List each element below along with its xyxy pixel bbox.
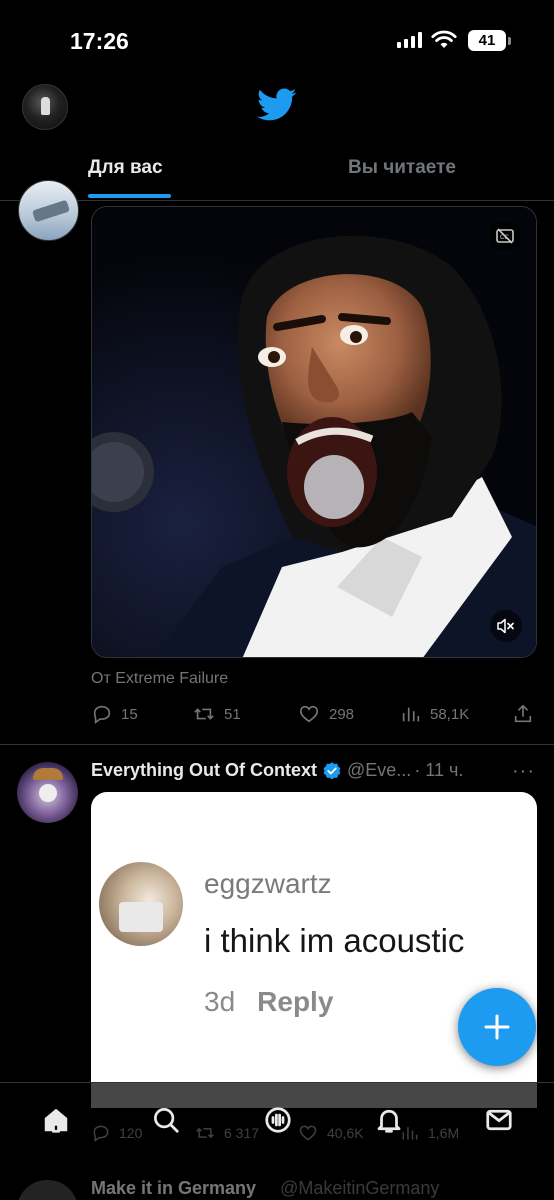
reply-count: 15 xyxy=(121,705,138,723)
views-icon xyxy=(402,707,420,722)
reply-button[interactable]: 15 xyxy=(91,703,138,725)
nav-spaces[interactable] xyxy=(261,1103,295,1137)
home-icon xyxy=(44,1108,68,1133)
nav-notifications[interactable] xyxy=(372,1103,406,1137)
bottom-navigation: 120 6 317 40,6K 1,6M xyxy=(0,1082,554,1154)
reply-icon xyxy=(93,1125,109,1142)
tweet-video[interactable] xyxy=(91,206,537,658)
author-name[interactable]: Everything Out Of Context xyxy=(91,760,317,781)
heart-icon xyxy=(299,1125,317,1141)
author-handle[interactable]: @Eve... xyxy=(347,760,411,781)
comment-text: i think im acoustic xyxy=(204,922,465,959)
reply-count: 120 xyxy=(119,1125,143,1141)
like-button[interactable]: 298 xyxy=(297,703,354,725)
retweet-icon xyxy=(194,708,214,720)
tweet-author-avatar[interactable] xyxy=(18,180,79,241)
video-source-attribution[interactable]: От Extreme Failure xyxy=(91,670,228,688)
views-button[interactable]: 1,6M xyxy=(400,1123,459,1143)
tweet-actions: 15 51 298 58,1K xyxy=(91,703,537,733)
comment-username: eggzwartz xyxy=(204,868,332,899)
tweet-divider xyxy=(0,744,554,745)
svg-text:CC: CC xyxy=(500,235,509,241)
wifi-icon xyxy=(431,30,457,48)
profile-avatar[interactable] xyxy=(22,84,68,130)
share-button[interactable] xyxy=(512,703,534,725)
plus-icon xyxy=(484,1014,510,1040)
battery-nub xyxy=(508,37,511,45)
retweet-count: 51 xyxy=(224,705,241,723)
status-time: 17:26 xyxy=(70,28,129,54)
tweet-image[interactable]: eggzwartz i think im acoustic 3d Reply xyxy=(91,792,537,1108)
views-count: 1,6M xyxy=(428,1125,460,1141)
compose-tweet-button[interactable] xyxy=(458,988,536,1066)
next-author-handle[interactable]: @MakeitinGermany xyxy=(280,1178,439,1198)
timeline-tabs: Для вас Вы читаете xyxy=(0,145,554,201)
share-icon xyxy=(514,704,532,723)
comment-meta: 3d Reply xyxy=(204,986,333,1018)
nav-home[interactable] xyxy=(39,1103,73,1137)
messages-icon xyxy=(486,1109,512,1131)
tab-for-you[interactable]: Для вас xyxy=(88,157,163,179)
muted-speaker-icon[interactable] xyxy=(490,610,522,642)
spaces-icon xyxy=(265,1107,291,1133)
reply-icon xyxy=(93,705,111,724)
tweet-author-avatar[interactable] xyxy=(17,762,78,823)
retweet-button[interactable]: 6 317 xyxy=(194,1123,259,1143)
nav-search[interactable] xyxy=(149,1103,183,1137)
views-count: 58,1K xyxy=(430,705,470,723)
video-frame xyxy=(92,207,536,657)
heart-icon xyxy=(299,705,319,723)
search-icon xyxy=(154,1108,179,1133)
status-bar: 17:26 41 xyxy=(0,0,554,80)
notifications-icon xyxy=(377,1109,401,1133)
nav-messages[interactable] xyxy=(482,1103,516,1137)
retweet-button[interactable]: 51 xyxy=(192,703,241,725)
retweet-icon xyxy=(196,1127,214,1139)
tweet-header: Everything Out Of Context @Eve... · 11 ч… xyxy=(91,760,463,781)
closed-captions-icon[interactable]: CC xyxy=(490,222,520,250)
next-tweet-avatar[interactable] xyxy=(17,1180,78,1200)
comment-reply-label: Reply xyxy=(257,986,334,1017)
like-count: 40,6K xyxy=(327,1125,364,1141)
next-author-name[interactable]: Make it in Germany xyxy=(91,1178,256,1198)
verified-badge-icon xyxy=(323,761,341,779)
reply-button[interactable]: 120 xyxy=(91,1123,142,1143)
active-tab-indicator xyxy=(88,194,171,198)
like-count: 298 xyxy=(329,705,355,723)
tab-following[interactable]: Вы читаете xyxy=(348,157,456,179)
views-button[interactable]: 58,1K xyxy=(400,703,469,725)
comment-age: 3d xyxy=(204,986,236,1017)
more-options-icon[interactable]: ··· xyxy=(512,760,535,783)
retweet-count: 6 317 xyxy=(224,1125,260,1141)
twitter-bird-icon[interactable] xyxy=(257,88,297,122)
signal-icon xyxy=(397,32,422,48)
next-tweet-header: Make it in Germany @MakeitinGermany xyxy=(91,1178,439,1199)
comment-avatar xyxy=(99,862,183,946)
like-button[interactable]: 40,6K xyxy=(297,1123,364,1143)
battery-indicator: 41 xyxy=(468,30,506,51)
tweet-time: · 11 ч. xyxy=(414,760,464,780)
